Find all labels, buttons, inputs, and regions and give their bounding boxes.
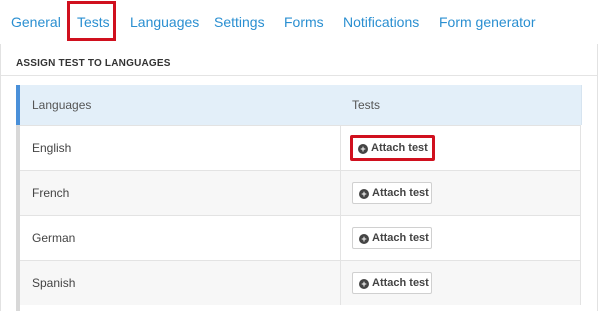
plus-circle-icon: + bbox=[359, 279, 369, 289]
column-divider bbox=[340, 261, 341, 305]
table-row: English + Attach test bbox=[20, 125, 581, 170]
header-languages: Languages bbox=[32, 98, 92, 112]
table-row: French + Attach test bbox=[20, 170, 581, 215]
table-header: Languages Tests bbox=[20, 85, 582, 125]
table-row: German + Attach test bbox=[20, 215, 581, 260]
plus-circle-icon: + bbox=[359, 189, 369, 199]
attach-test-label: Attach test bbox=[371, 142, 428, 154]
tab-notifications[interactable]: Notifications bbox=[343, 0, 419, 44]
attach-test-button-english[interactable]: + Attach test bbox=[350, 135, 435, 161]
attach-test-button-french[interactable]: + Attach test bbox=[352, 182, 432, 204]
assign-test-panel: ASSIGN TEST TO LANGUAGES Languages Tests… bbox=[0, 44, 600, 311]
panel-border-right bbox=[597, 44, 598, 311]
attach-test-label: Attach test bbox=[372, 277, 429, 289]
language-name: French bbox=[32, 186, 70, 200]
language-name: English bbox=[32, 141, 72, 155]
language-name: Spanish bbox=[32, 276, 76, 290]
tab-settings[interactable]: Settings bbox=[214, 0, 265, 44]
language-name: German bbox=[32, 231, 76, 245]
tab-bar: General Tests Languages Settings Forms N… bbox=[0, 0, 600, 45]
column-divider bbox=[340, 171, 341, 215]
column-divider bbox=[340, 126, 341, 170]
table-row: Spanish + Attach test bbox=[20, 260, 581, 305]
tab-tests[interactable]: Tests bbox=[77, 0, 110, 44]
header-tests: Tests bbox=[352, 98, 381, 112]
attach-test-label: Attach test bbox=[372, 232, 429, 244]
plus-circle-icon: + bbox=[358, 144, 368, 154]
languages-tests-table: Languages Tests English + Attach test Fre… bbox=[16, 85, 582, 311]
plus-circle-icon: + bbox=[359, 234, 369, 244]
tab-general[interactable]: General bbox=[11, 0, 61, 44]
column-divider bbox=[340, 216, 341, 260]
tab-form-generator[interactable]: Form generator bbox=[439, 0, 535, 44]
tab-forms[interactable]: Forms bbox=[284, 0, 324, 44]
attach-test-label: Attach test bbox=[372, 187, 429, 199]
section-title: ASSIGN TEST TO LANGUAGES bbox=[16, 58, 171, 69]
section-divider bbox=[1, 75, 597, 76]
tab-languages[interactable]: Languages bbox=[130, 0, 199, 44]
panel-border-left bbox=[0, 44, 1, 311]
attach-test-button-spanish[interactable]: + Attach test bbox=[352, 272, 432, 294]
attach-test-button-german[interactable]: + Attach test bbox=[352, 227, 432, 249]
